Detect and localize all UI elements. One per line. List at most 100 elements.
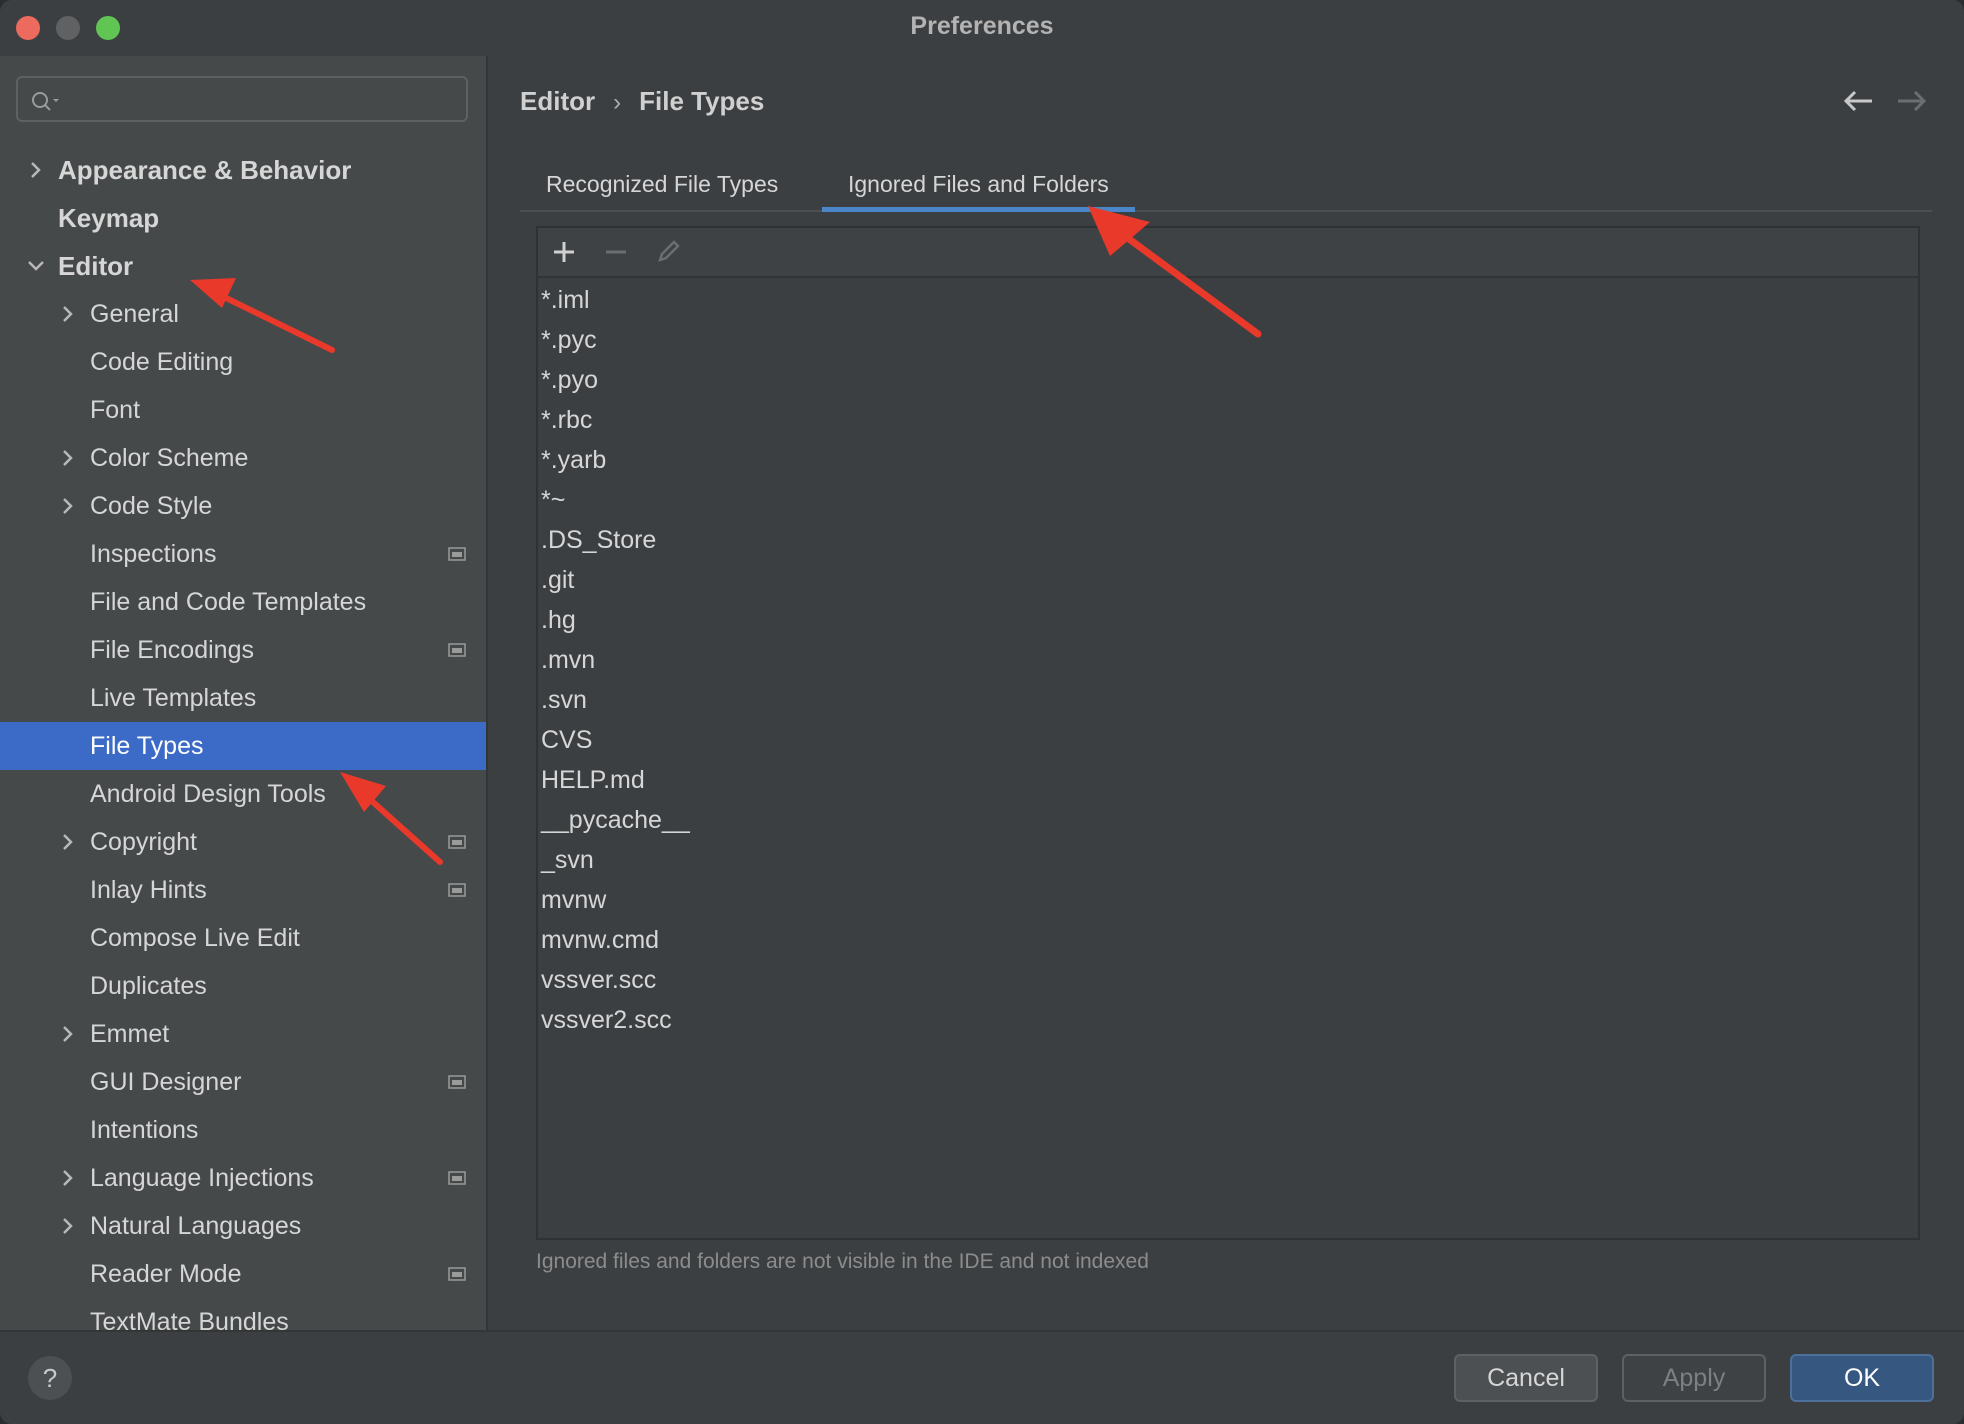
tab-recognized-file-types[interactable]: Recognized File Types (520, 158, 804, 210)
project-settings-icon (448, 547, 466, 561)
ignored-pattern-item[interactable]: *.pyc (541, 320, 597, 360)
sidebar-item[interactable]: Intentions (0, 1106, 486, 1154)
ignored-pattern-item[interactable]: .hg (541, 600, 576, 640)
sidebar-item[interactable]: Code Editing (0, 338, 486, 386)
pencil-icon[interactable] (654, 238, 682, 266)
sidebar-item-label: Emmet (90, 1020, 170, 1048)
project-settings-icon (448, 1267, 466, 1281)
sidebar-item[interactable]: Compose Live Edit (0, 914, 486, 962)
sidebar-item-label: Keymap (58, 203, 160, 233)
sidebar-item-label: File Encodings (90, 636, 254, 664)
main-panel: Editor › File Types Recognized File Types … (488, 56, 1964, 1330)
search-icon (32, 92, 59, 111)
chevron-right-icon[interactable] (58, 1168, 78, 1188)
sidebar-item-label: File Types (90, 732, 204, 760)
sidebar-item[interactable]: Code Style (0, 482, 486, 530)
sidebar-item-label: Font (90, 396, 141, 424)
ignored-pattern-item[interactable]: __pycache__ (541, 800, 690, 840)
sidebar-item-label: Inspections (90, 540, 217, 568)
chevron-right-icon[interactable] (26, 160, 46, 180)
sidebar-item[interactable]: Font (0, 386, 486, 434)
sidebar-item-label: Reader Mode (90, 1260, 242, 1288)
title-bar: Preferences (0, 0, 1964, 56)
ignored-pattern-item[interactable]: .mvn (541, 640, 595, 680)
ignored-pattern-item[interactable]: mvnw (541, 880, 606, 920)
dialog-footer: ? Cancel Apply OK (0, 1330, 1964, 1424)
sidebar-item[interactable]: File Encodings (0, 626, 486, 674)
sidebar-item-label: Inlay Hints (90, 876, 207, 904)
ignored-pattern-item[interactable]: *.rbc (541, 400, 592, 440)
sidebar-item-label: Live Templates (90, 684, 257, 712)
tab-ignored-files-and-folders[interactable]: Ignored Files and Folders (822, 158, 1135, 212)
sidebar-item[interactable]: Emmet (0, 1010, 486, 1058)
sidebar-item-label: Code Style (90, 492, 213, 520)
sidebar-item[interactable]: Live Templates (0, 674, 486, 722)
ignored-pattern-item[interactable]: .DS_Store (541, 520, 656, 560)
sidebar-item-label: Natural Languages (90, 1212, 302, 1240)
chevron-right-icon[interactable] (58, 1216, 78, 1236)
chevron-right-icon[interactable] (58, 448, 78, 468)
settings-search-input[interactable] (16, 76, 468, 122)
sidebar-item-label: Compose Live Edit (90, 924, 300, 952)
chevron-down-icon[interactable] (26, 256, 46, 276)
sidebar-item[interactable]: File and Code Templates (0, 578, 486, 626)
list-toolbar (538, 228, 1918, 278)
apply-button[interactable]: Apply (1622, 1354, 1766, 1402)
back-arrow-icon[interactable] (1840, 86, 1876, 116)
plus-icon[interactable] (550, 238, 578, 266)
ignored-pattern-item[interactable]: *.yarb (541, 440, 606, 480)
sidebar-item[interactable]: Duplicates (0, 962, 486, 1010)
chevron-right-icon[interactable] (58, 1024, 78, 1044)
sidebar-item[interactable]: Color Scheme (0, 434, 486, 482)
sidebar-item[interactable]: File Types (0, 722, 486, 770)
ignored-pattern-item[interactable]: .git (541, 560, 574, 600)
chevron-right-icon[interactable] (58, 496, 78, 516)
chevron-right-icon[interactable] (58, 304, 78, 324)
ignored-pattern-item[interactable]: CVS (541, 720, 592, 760)
sidebar-item-label: Copyright (90, 828, 197, 856)
ignored-pattern-item[interactable]: vssver.scc (541, 960, 656, 1000)
sidebar-item[interactable]: Editor (0, 242, 486, 290)
sidebar-item[interactable]: Natural Languages (0, 1202, 486, 1250)
ignored-pattern-item[interactable]: *~ (541, 480, 565, 520)
ignored-pattern-item[interactable]: *.pyo (541, 360, 598, 400)
window-title: Preferences (910, 12, 1054, 40)
sidebar-item-label: TextMate Bundles (90, 1308, 289, 1330)
ignored-pattern-item[interactable]: mvnw.cmd (541, 920, 659, 960)
ok-button[interactable]: OK (1790, 1354, 1934, 1402)
sidebar-item[interactable]: Inlay Hints (0, 866, 486, 914)
sidebar-item[interactable]: Copyright (0, 818, 486, 866)
cancel-button[interactable]: Cancel (1454, 1354, 1598, 1402)
ignored-files-hint: Ignored files and folders are not visibl… (536, 1250, 1149, 1273)
sidebar-item[interactable]: Android Design Tools (0, 770, 486, 818)
project-settings-icon (448, 883, 466, 897)
help-button[interactable]: ? (28, 1356, 72, 1400)
sidebar-item-label: Language Injections (90, 1164, 314, 1192)
sidebar-item[interactable]: General (0, 290, 486, 338)
ignored-list-panel: *.iml *.pyc *.pyo *.rbc *.yarb *~ .DS_Store .gi… (536, 226, 1920, 1240)
forward-arrow-icon[interactable] (1894, 86, 1930, 116)
sidebar-item-label: GUI Designer (90, 1068, 242, 1096)
project-settings-icon (448, 835, 466, 849)
project-settings-icon (448, 643, 466, 657)
sidebar-item[interactable]: Inspections (0, 530, 486, 578)
sidebar-item[interactable]: GUI Designer (0, 1058, 486, 1106)
sidebar-item-label: Android Design Tools (90, 780, 326, 808)
ignored-pattern-item[interactable]: *.iml (541, 280, 590, 320)
sidebar-item[interactable]: Language Injections (0, 1154, 486, 1202)
sidebar-item[interactable]: Reader Mode (0, 1250, 486, 1298)
ignored-pattern-item[interactable]: .svn (541, 680, 587, 720)
breadcrumb-separator: › (613, 89, 622, 116)
breadcrumb-current: File Types (639, 86, 765, 116)
chevron-right-icon[interactable] (58, 832, 78, 852)
breadcrumb-parent[interactable]: Editor (520, 86, 595, 116)
sidebar-item[interactable]: Keymap (0, 194, 486, 242)
ignored-pattern-item[interactable]: vssver2.scc (541, 1000, 672, 1040)
sidebar-item-label: Editor (58, 251, 134, 281)
minus-icon[interactable] (602, 238, 630, 266)
ignored-pattern-item[interactable]: HELP.md (541, 760, 645, 800)
preferences-window: Preferences Appearance & Behavior Keymap E… (0, 0, 1964, 1424)
sidebar-item[interactable]: TextMate Bundles (0, 1298, 486, 1330)
sidebar-item[interactable]: Appearance & Behavior (0, 146, 486, 194)
ignored-pattern-item[interactable]: _svn (541, 840, 594, 880)
